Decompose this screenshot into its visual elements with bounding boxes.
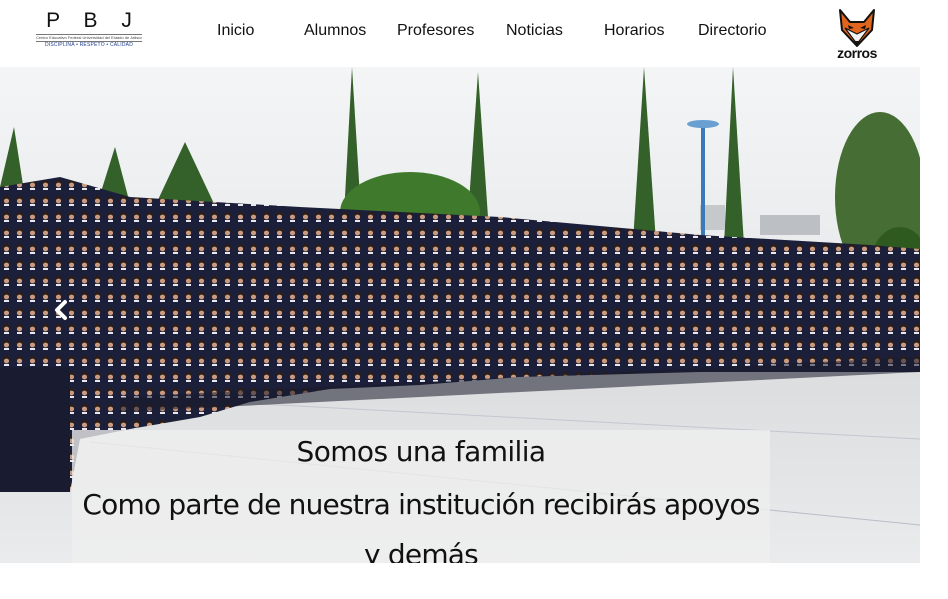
- nav-item-profesores[interactable]: Profesores: [397, 21, 474, 41]
- zorros-wordmark: zorros: [837, 45, 877, 61]
- zorros-logo[interactable]: zorros: [830, 8, 884, 62]
- nav-item-inicio[interactable]: Inicio: [217, 21, 254, 41]
- logo-letters: P B J: [46, 9, 141, 32]
- nav-item-directorio[interactable]: Directorio: [698, 21, 766, 41]
- nav-item-alumnos[interactable]: Alumnos: [304, 21, 366, 41]
- site-header: P B J Centro Educativo Federal Universid…: [0, 0, 948, 66]
- carousel-caption: Somos una familia Como parte de nuestra …: [72, 430, 770, 563]
- logo-motto: DISCIPLINA • RESPETO • CALIDAD: [44, 42, 134, 48]
- caption-text: Como parte de nuestra institución recibi…: [82, 488, 760, 563]
- caption-title: Somos una familia: [296, 435, 547, 468]
- logo-subtitle: Centro Educativo Federal Universidad del…: [36, 34, 142, 42]
- hero-carousel: Somos una familia Como parte de nuestra …: [0, 67, 920, 563]
- chevron-left-icon: [55, 300, 67, 320]
- fox-mascot-icon: [839, 9, 875, 47]
- nav-item-noticias[interactable]: Noticias: [506, 21, 563, 41]
- carousel-prev-button[interactable]: [50, 298, 74, 322]
- nav-item-horarios[interactable]: Horarios: [604, 21, 664, 41]
- school-logo[interactable]: P B J Centro Educativo Federal Universid…: [34, 10, 144, 54]
